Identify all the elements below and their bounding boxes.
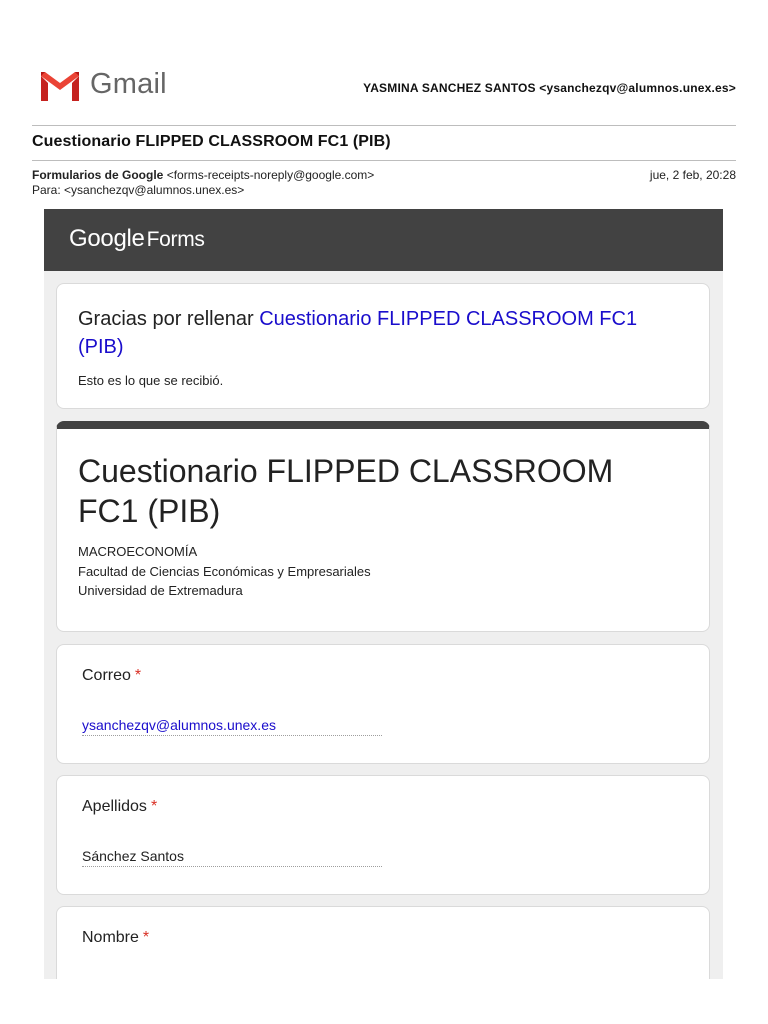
question-label: Nombre * [82, 929, 149, 947]
email-body: GoogleForms Gracias por rellenar Cuestio… [44, 209, 723, 979]
thanks-prefix: Gracias por rellenar [78, 308, 260, 330]
required-marker: * [150, 798, 158, 815]
logo-forms-text: Forms [146, 228, 205, 251]
description-line: Facultad de Ciencias Económicas y Empres… [78, 563, 371, 579]
question-card-apellidos: Apellidos * Sánchez Santos [56, 775, 710, 895]
logo-google-text: Google [69, 225, 145, 252]
recipient-line: Para: <ysanchezqv@alumnos.unex.es> [32, 183, 245, 197]
required-marker: * [134, 667, 142, 684]
thanks-card: Gracias por rellenar Cuestionario FLIPPE… [56, 283, 710, 409]
google-forms-logo: GoogleForms [69, 225, 205, 253]
thanks-message: Gracias por rellenar Cuestionario FLIPPE… [78, 305, 678, 361]
question-label: Apellidos * [82, 798, 157, 816]
form-title-card: Cuestionario FLIPPED CLASSROOM FC1 (PIB)… [56, 421, 710, 632]
description-line: MACROECONOMÍA [78, 544, 198, 559]
description-line: Universidad de Extremadura [78, 583, 243, 598]
question-label-text: Nombre [82, 929, 139, 946]
gmail-logo-icon [41, 72, 79, 101]
sender-line: Formularios de Google <forms-receipts-no… [32, 168, 736, 183]
sender-name: Formularios de Google [32, 168, 164, 182]
received-note: Esto es lo que se recibió. [78, 373, 224, 388]
gmail-header: Gmail YASMINA SANCHEZ SANTOS <ysanchezqv… [32, 62, 736, 112]
divider [32, 125, 736, 126]
gmail-wordmark: Gmail [90, 68, 167, 100]
question-label-text: Correo [82, 667, 131, 684]
question-label: Correo * [82, 667, 141, 685]
answer-email-link[interactable]: ysanchezqv@alumnos.unex.es [82, 717, 382, 736]
question-card-nombre: Nombre * [56, 906, 710, 979]
question-card-correo: Correo * ysanchezqv@alumnos.unex.es [56, 644, 710, 764]
form-description: MACROECONOMÍA Facultad de Ciencias Econó… [78, 542, 371, 601]
sender-address: <forms-receipts-noreply@google.com> [166, 168, 375, 182]
answer-value: Sánchez Santos [82, 848, 382, 867]
email-meta: Formularios de Google <forms-receipts-no… [32, 168, 736, 198]
required-marker: * [142, 929, 150, 946]
account-name: YASMINA SANCHEZ SANTOS <ysanchezqv@alumn… [363, 81, 736, 95]
email-date: jue, 2 feb, 20:28 [649, 168, 736, 182]
google-forms-header: GoogleForms [44, 209, 723, 271]
divider [32, 160, 736, 161]
form-title: Cuestionario FLIPPED CLASSROOM FC1 (PIB) [78, 453, 614, 529]
question-label-text: Apellidos [82, 798, 147, 815]
email-subject: Cuestionario FLIPPED CLASSROOM FC1 (PIB) [32, 133, 391, 150]
